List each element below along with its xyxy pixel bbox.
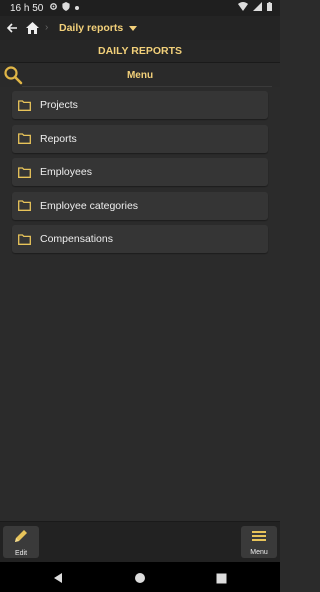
system-navigation-bar (0, 562, 280, 592)
divider (22, 86, 272, 87)
menu-item-label: Projects (40, 99, 78, 111)
toolbar-title[interactable]: Daily reports (59, 22, 123, 34)
folder-icon (18, 99, 32, 111)
settings-icon (49, 2, 58, 14)
nav-home-icon[interactable] (134, 571, 146, 589)
folder-icon (18, 233, 32, 245)
nav-recents-icon[interactable] (216, 571, 227, 589)
shield-icon (62, 2, 70, 14)
menu-section-label: Menu (126, 69, 154, 81)
menu-item-compensations[interactable]: Compensations (12, 225, 268, 254)
pencil-icon (13, 528, 29, 549)
battery-icon (267, 2, 272, 14)
notification-dot-icon (74, 3, 80, 14)
app-toolbar: › Daily reports (0, 16, 280, 40)
edit-button[interactable]: Edit (3, 526, 39, 558)
wifi-icon (238, 2, 248, 14)
search-icon[interactable] (3, 65, 23, 85)
breadcrumb-separator: › (45, 22, 49, 33)
signal-icon (253, 2, 262, 14)
menu-button-label: Menu (250, 548, 268, 556)
home-icon[interactable] (23, 19, 41, 37)
menu-item-label: Compensations (40, 233, 113, 246)
search-bar: Menu (0, 63, 280, 87)
back-arrow-icon[interactable] (3, 19, 21, 37)
folder-icon (18, 200, 32, 212)
folder-icon (18, 166, 32, 178)
menu-item-label: Reports (40, 132, 77, 145)
status-time: 16 h 50 (10, 2, 44, 14)
menu-item-projects[interactable]: Projects (12, 91, 268, 119)
edit-button-label: Edit (14, 549, 28, 557)
menu-item-employee-categories[interactable]: Employee categories (12, 191, 268, 220)
menu-item-reports[interactable]: Reports (12, 124, 268, 153)
menu-button[interactable]: Menu (241, 526, 277, 558)
menu-item-employees[interactable]: Employees (12, 158, 268, 187)
page-title: DAILY REPORTS (0, 40, 280, 63)
menu-item-label: Employees (40, 166, 92, 179)
status-bar: 16 h 50 (0, 0, 280, 16)
chevron-down-icon[interactable] (129, 25, 138, 31)
nav-back-icon[interactable] (52, 571, 64, 589)
hamburger-menu-icon (251, 529, 267, 548)
folder-icon (18, 133, 32, 145)
menu-item-label: Employee categories (40, 199, 139, 212)
bottom-action-bar: Edit Menu (0, 521, 280, 562)
menu-list: Projects Reports Employees Employee cate… (12, 91, 268, 259)
